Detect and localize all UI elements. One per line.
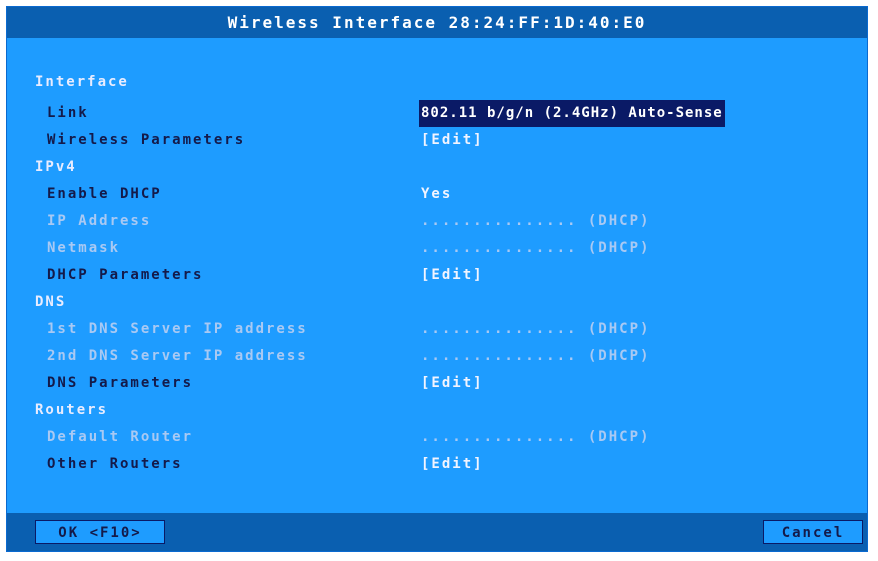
dns1-field: ............... (DHCP) <box>421 321 651 337</box>
other-routers-edit-button[interactable]: [Edit] <box>421 451 484 478</box>
link-label: Link <box>47 105 89 121</box>
dhcp-parameters-row[interactable]: DHCP Parameters [Edit] <box>7 262 867 289</box>
section-ipv4: IPv4 <box>7 154 867 181</box>
default-router-row: Default Router ............... (DHCP) <box>7 424 867 451</box>
netmask-field: ............... (DHCP) <box>421 240 651 256</box>
section-routers: Routers <box>7 397 867 424</box>
section-dns: DNS <box>7 289 867 316</box>
netmask-row: Netmask ............... (DHCP) <box>7 235 867 262</box>
button-bar: OK <F10> Cancel <box>7 513 867 551</box>
wireless-interface-dialog: Wireless Interface 28:24:FF:1D:40:E0 Int… <box>6 6 868 552</box>
dns2-label: 2nd DNS Server IP address <box>47 348 308 364</box>
settings-form: Interface Link 802.11 b/g/n (2.4GHz) Aut… <box>7 38 867 514</box>
dialog-title: Wireless Interface 28:24:FF:1D:40:E0 <box>7 7 867 38</box>
wireless-parameters-row[interactable]: Wireless Parameters [Edit] <box>7 127 867 154</box>
dhcp-parameters-label: DHCP Parameters <box>47 267 204 283</box>
cancel-button[interactable]: Cancel <box>763 520 863 544</box>
netmask-label: Netmask <box>47 240 121 256</box>
ok-button[interactable]: OK <F10> <box>35 520 165 544</box>
ip-address-row: IP Address ............... (DHCP) <box>7 208 867 235</box>
ip-address-label: IP Address <box>47 213 152 229</box>
dns-parameters-edit-button[interactable]: [Edit] <box>421 370 484 397</box>
wireless-parameters-edit-button[interactable]: [Edit] <box>421 127 484 154</box>
enable-dhcp-label: Enable DHCP <box>47 186 162 202</box>
enable-dhcp-row[interactable]: Enable DHCP Yes <box>7 181 867 208</box>
section-label: Interface <box>35 74 129 90</box>
other-routers-row[interactable]: Other Routers [Edit] <box>7 451 867 478</box>
dhcp-parameters-edit-button[interactable]: [Edit] <box>421 262 484 289</box>
default-router-field: ............... (DHCP) <box>421 429 651 445</box>
link-row[interactable]: Link 802.11 b/g/n (2.4GHz) Auto-Sense <box>7 100 867 127</box>
default-router-label: Default Router <box>47 429 194 445</box>
dns2-field: ............... (DHCP) <box>421 348 651 364</box>
section-label: DNS <box>35 294 67 310</box>
other-routers-label: Other Routers <box>47 456 183 472</box>
wireless-parameters-label: Wireless Parameters <box>47 132 246 148</box>
enable-dhcp-toggle[interactable]: Yes <box>421 181 452 208</box>
dns2-row: 2nd DNS Server IP address ..............… <box>7 343 867 370</box>
dns1-row: 1st DNS Server IP address ..............… <box>7 316 867 343</box>
dns-parameters-label: DNS Parameters <box>47 375 194 391</box>
dns-parameters-row[interactable]: DNS Parameters [Edit] <box>7 370 867 397</box>
section-interface: Interface <box>7 69 867 96</box>
section-label: Routers <box>35 402 109 418</box>
dns1-label: 1st DNS Server IP address <box>47 321 308 337</box>
link-select[interactable]: 802.11 b/g/n (2.4GHz) Auto-Sense <box>419 100 725 127</box>
section-label: IPv4 <box>35 159 77 175</box>
ip-address-field: ............... (DHCP) <box>421 213 651 229</box>
